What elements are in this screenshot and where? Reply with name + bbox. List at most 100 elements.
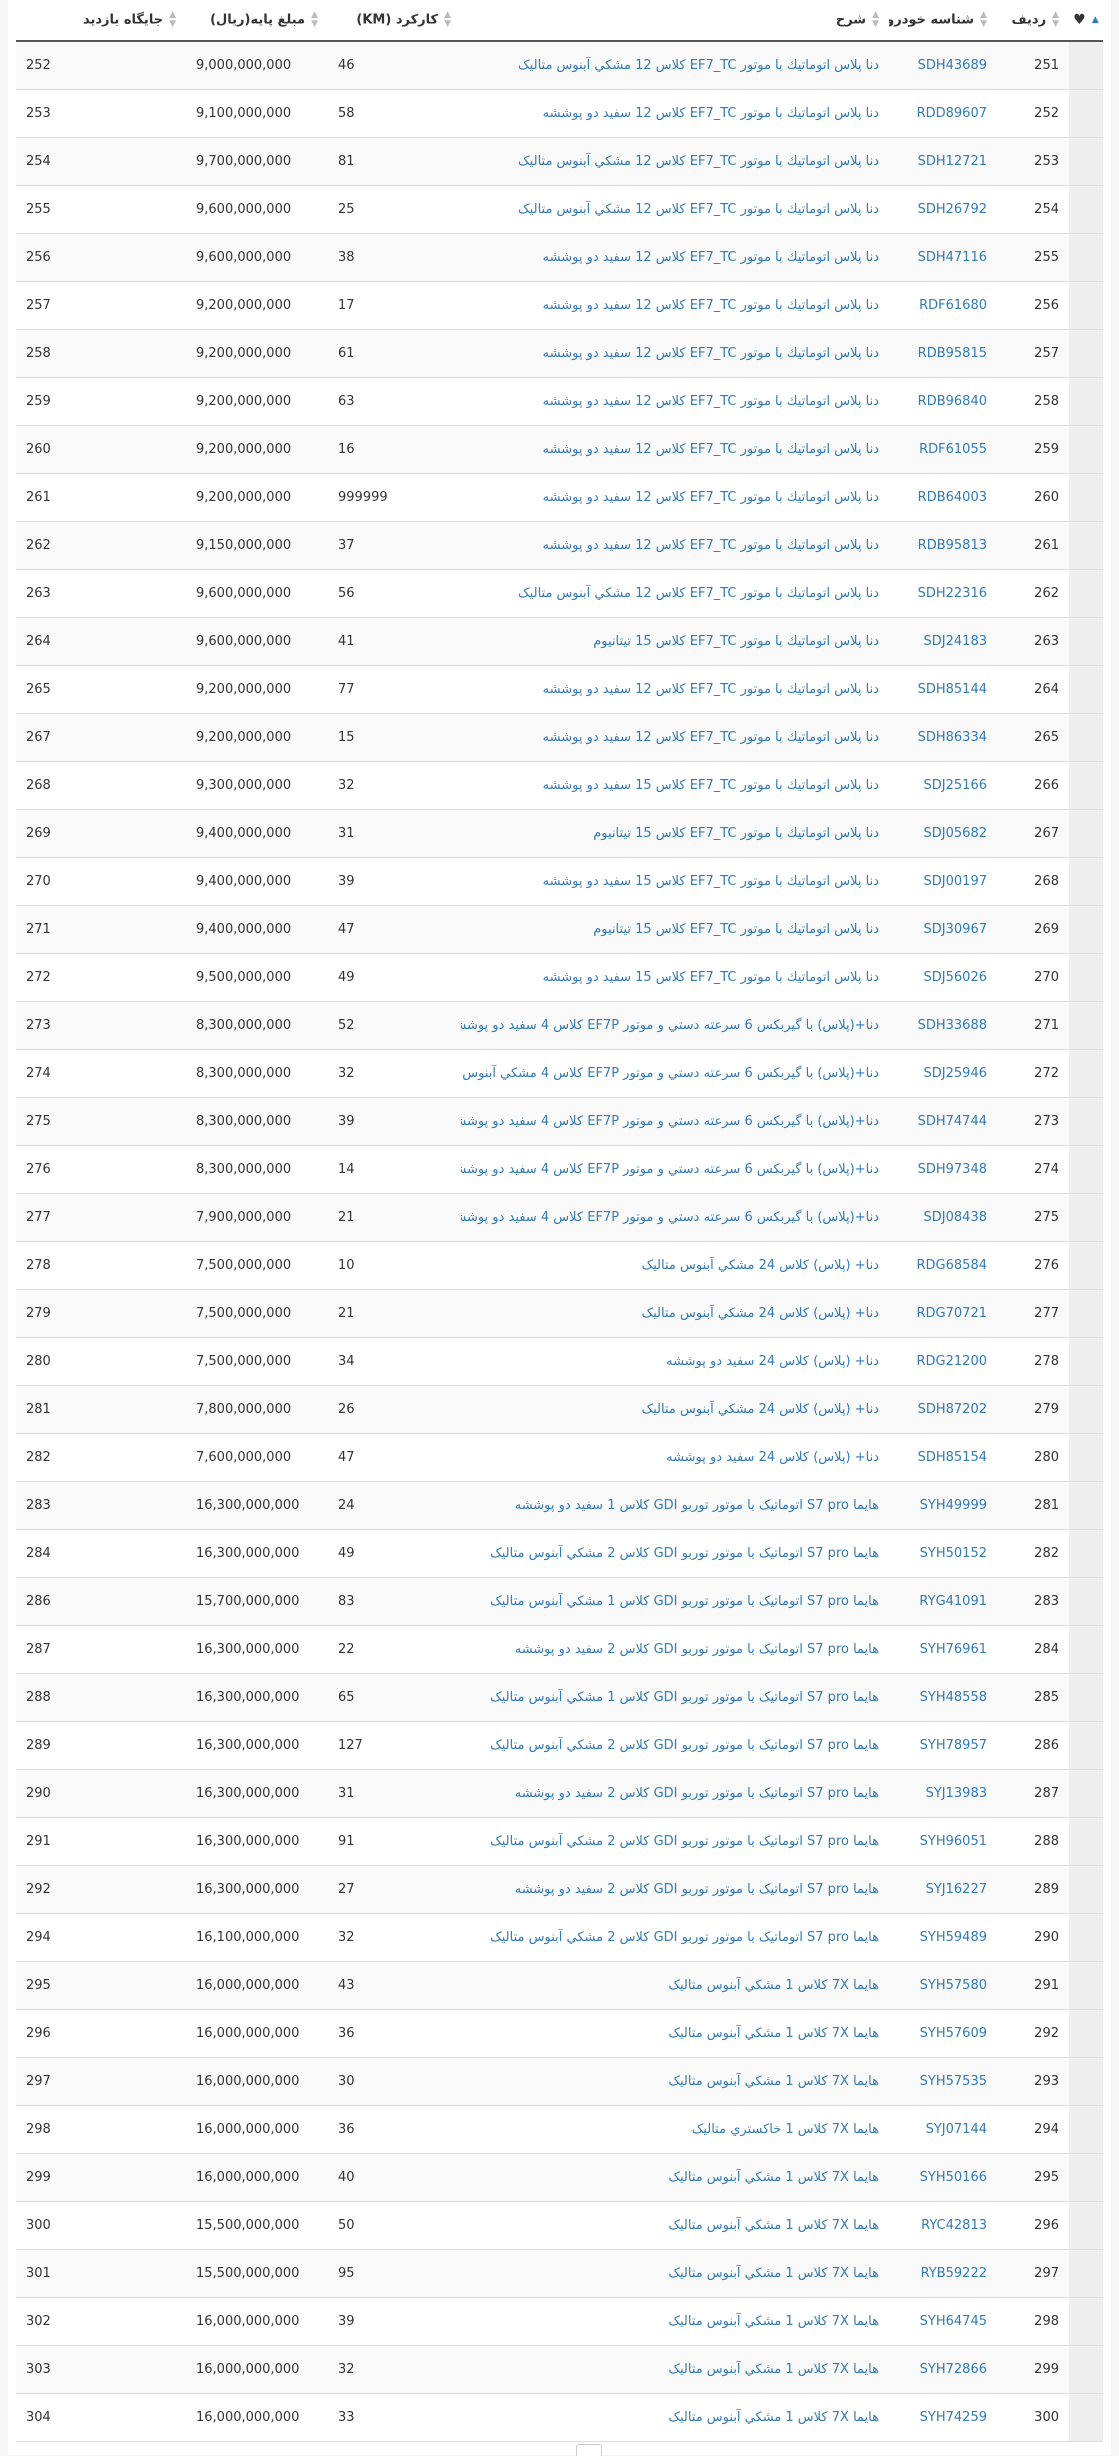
favorite-cell[interactable] xyxy=(1069,2009,1103,2058)
table-row[interactable]: 286 SYH78957 هايما S7 pro اتوماتيک با موتو… xyxy=(16,1721,1103,1770)
favorite-cell[interactable] xyxy=(1069,1193,1103,1242)
favorite-cell[interactable] xyxy=(1069,1049,1103,1098)
table-row[interactable]: 253 SDH12721 دنا پلاس اتوماتيك با موتور EF… xyxy=(16,137,1103,186)
favorite-cell[interactable] xyxy=(1069,1145,1103,1194)
car-id-link[interactable]: SDH43689 xyxy=(918,58,987,73)
table-row[interactable]: 272 SDJ25946 دنا+(پلاس) با گيربكس 6 سرعته … xyxy=(16,1049,1103,1098)
description-link[interactable]: هايما 7X كلاس 1 مشكي آبنوس متاليک xyxy=(668,2026,879,2041)
description-link[interactable]: دنا پلاس اتوماتيك با موتور EF7_TC كلاس 1… xyxy=(543,682,879,697)
table-row[interactable]: 295 SYH50166 هايما 7X كلاس 1 مشكي آبنوس مت… xyxy=(16,2153,1103,2202)
description-link[interactable]: دنا پلاس اتوماتيك با موتور EF7_TC كلاس 1… xyxy=(543,874,879,889)
header-favorite[interactable]: ▲♥ xyxy=(1069,0,1103,42)
car-id-link[interactable]: SDJ56026 xyxy=(924,970,987,985)
car-id-link[interactable]: SYH64745 xyxy=(920,2314,987,2329)
car-id-link[interactable]: RYG41091 xyxy=(919,1594,987,1609)
pagination-button[interactable] xyxy=(576,2444,602,2456)
favorite-cell[interactable] xyxy=(1069,329,1103,378)
table-row[interactable]: 289 SYJ16227 هايما S7 pro اتوماتيک با موتو… xyxy=(16,1865,1103,1914)
description-link[interactable]: هايما S7 pro اتوماتيک با موتور توربو GDI… xyxy=(490,1834,879,1849)
car-id-link[interactable]: SYH59489 xyxy=(920,1930,987,1945)
description-link[interactable]: دنا پلاس اتوماتيك با موتور EF7_TC كلاس 1… xyxy=(543,250,879,265)
table-row[interactable]: 263 SDJ24183 دنا پلاس اتوماتيك با موتور EF… xyxy=(16,617,1103,666)
table-row[interactable]: 278 RDG21200 دنا+ (پلاس) كلاس 24 سفيد دو پ… xyxy=(16,1337,1103,1386)
description-link[interactable]: هايما 7X كلاس 1 مشكي آبنوس متاليک xyxy=(668,2074,879,2089)
favorite-cell[interactable] xyxy=(1069,1625,1103,1674)
sort-asc-icon[interactable]: ▲ xyxy=(1092,16,1099,25)
car-id-link[interactable]: SDJ30967 xyxy=(924,922,987,937)
table-row[interactable]: 260 RDB64003 دنا پلاس اتوماتيك با موتور EF… xyxy=(16,473,1103,522)
header-row-number[interactable]: ▲ ▼ردیف xyxy=(997,0,1069,42)
table-row[interactable]: 265 SDH86334 دنا پلاس اتوماتيك با موتور EF… xyxy=(16,713,1103,762)
table-row[interactable]: 297 RYB59222 هايما 7X كلاس 1 مشكي آبنوس مت… xyxy=(16,2249,1103,2298)
description-link[interactable]: دنا+(پلاس) با گيربكس 6 سرعته دستي و موتو… xyxy=(461,1018,879,1033)
description-link[interactable]: هايما S7 pro اتوماتيک با موتور توربو GDI… xyxy=(490,1690,879,1705)
favorite-cell[interactable] xyxy=(1069,1961,1103,2010)
car-id-link[interactable]: SDJ25166 xyxy=(924,778,987,793)
table-row[interactable]: 256 RDF61680 دنا پلاس اتوماتيك با موتور EF… xyxy=(16,281,1103,330)
favorite-cell[interactable] xyxy=(1069,905,1103,954)
table-row[interactable]: 298 SYH64745 هايما 7X كلاس 1 مشكي آبنوس مت… xyxy=(16,2297,1103,2346)
description-link[interactable]: هايما 7X كلاس 1 مشكي آبنوس متاليک xyxy=(668,1978,879,1993)
favorite-cell[interactable] xyxy=(1069,137,1103,186)
favorite-cell[interactable] xyxy=(1069,569,1103,618)
table-row[interactable]: 288 SYH96051 هايما S7 pro اتوماتيک با موتو… xyxy=(16,1817,1103,1866)
description-link[interactable]: دنا+(پلاس) با گيربكس 6 سرعته دستي و موتو… xyxy=(461,1066,879,1081)
description-link[interactable]: هايما S7 pro اتوماتيک با موتور توربو GDI… xyxy=(515,1642,879,1657)
header-car-id[interactable]: ▲ ▼شناسه خودرو xyxy=(889,0,997,42)
car-id-link[interactable]: RDB95813 xyxy=(918,538,987,553)
car-id-link[interactable]: SDJ25946 xyxy=(924,1066,987,1081)
favorite-cell[interactable] xyxy=(1069,1913,1103,1962)
favorite-cell[interactable] xyxy=(1069,1721,1103,1770)
favorite-cell[interactable] xyxy=(1069,1241,1103,1290)
favorite-cell[interactable] xyxy=(1069,233,1103,282)
description-link[interactable]: هايما 7X كلاس 1 مشكي آبنوس متاليک xyxy=(668,2170,879,2185)
table-row[interactable]: 284 SYH76961 هايما S7 pro اتوماتيک با موتو… xyxy=(16,1625,1103,1674)
description-link[interactable]: دنا پلاس اتوماتيك با موتور EF7_TC كلاس 1… xyxy=(518,202,879,217)
car-id-link[interactable]: SYH50152 xyxy=(920,1546,987,1561)
car-id-link[interactable]: SDH97348 xyxy=(918,1162,987,1177)
table-row[interactable]: 262 SDH22316 دنا پلاس اتوماتيك با موتور EF… xyxy=(16,569,1103,618)
favorite-cell[interactable] xyxy=(1069,521,1103,570)
car-id-link[interactable]: SYH57535 xyxy=(920,2074,987,2089)
car-id-link[interactable]: RYB59222 xyxy=(921,2266,987,2281)
car-id-link[interactable]: SYH96051 xyxy=(920,1834,987,1849)
favorite-cell[interactable] xyxy=(1069,1769,1103,1818)
favorite-cell[interactable] xyxy=(1069,2345,1103,2394)
car-id-link[interactable]: RDB64003 xyxy=(918,490,987,505)
favorite-cell[interactable] xyxy=(1069,41,1103,90)
favorite-cell[interactable] xyxy=(1069,2249,1103,2298)
description-link[interactable]: هايما S7 pro اتوماتيک با موتور توربو GDI… xyxy=(490,1546,879,1561)
description-link[interactable]: هايما 7X كلاس 1 مشكي آبنوس متاليک xyxy=(668,2266,879,2281)
description-link[interactable]: دنا پلاس اتوماتيك با موتور EF7_TC كلاس 1… xyxy=(593,922,879,937)
description-link[interactable]: هايما S7 pro اتوماتيک با موتور توربو GDI… xyxy=(490,1738,879,1753)
favorite-cell[interactable] xyxy=(1069,281,1103,330)
description-link[interactable]: هايما S7 pro اتوماتيک با موتور توربو GDI… xyxy=(490,1594,879,1609)
favorite-cell[interactable] xyxy=(1069,713,1103,762)
car-id-link[interactable]: SDH22316 xyxy=(918,586,987,601)
table-row[interactable]: 273 SDH74744 دنا+(پلاس) با گيربكس 6 سرعته … xyxy=(16,1097,1103,1146)
favorite-cell[interactable] xyxy=(1069,2393,1103,2442)
favorite-cell[interactable] xyxy=(1069,2297,1103,2346)
favorite-cell[interactable] xyxy=(1069,1433,1103,1482)
table-row[interactable]: 270 SDJ56026 دنا پلاس اتوماتيك با موتور EF… xyxy=(16,953,1103,1002)
table-row[interactable]: 296 RYC42813 هايما 7X كلاس 1 مشكي آبنوس مت… xyxy=(16,2201,1103,2250)
car-id-link[interactable]: SYH49999 xyxy=(920,1498,987,1513)
description-link[interactable]: دنا پلاس اتوماتيك با موتور EF7_TC كلاس 1… xyxy=(543,346,879,361)
favorite-cell[interactable] xyxy=(1069,1817,1103,1866)
car-id-link[interactable]: SDH26792 xyxy=(918,202,987,217)
favorite-cell[interactable] xyxy=(1069,425,1103,474)
car-id-link[interactable]: SDH85144 xyxy=(918,682,987,697)
table-row[interactable]: 283 RYG41091 هايما S7 pro اتوماتيک با موتو… xyxy=(16,1577,1103,1626)
description-link[interactable]: دنا پلاس اتوماتيك با موتور EF7_TC كلاس 1… xyxy=(543,730,879,745)
car-id-link[interactable]: SDH85154 xyxy=(918,1450,987,1465)
car-id-link[interactable]: RDG70721 xyxy=(917,1306,987,1321)
table-row[interactable]: 268 SDJ00197 دنا پلاس اتوماتيك با موتور EF… xyxy=(16,857,1103,906)
table-row[interactable]: 264 SDH85144 دنا پلاس اتوماتيك با موتور EF… xyxy=(16,665,1103,714)
car-id-link[interactable]: SDJ08438 xyxy=(924,1210,987,1225)
favorite-cell[interactable] xyxy=(1069,617,1103,666)
favorite-cell[interactable] xyxy=(1069,761,1103,810)
favorite-cell[interactable] xyxy=(1069,1481,1103,1530)
car-id-link[interactable]: SYH76961 xyxy=(920,1642,987,1657)
car-id-link[interactable]: RYC42813 xyxy=(921,2218,987,2233)
table-row[interactable]: 277 RDG70721 دنا+ (پلاس) كلاس 24 مشكي آبنو… xyxy=(16,1289,1103,1338)
